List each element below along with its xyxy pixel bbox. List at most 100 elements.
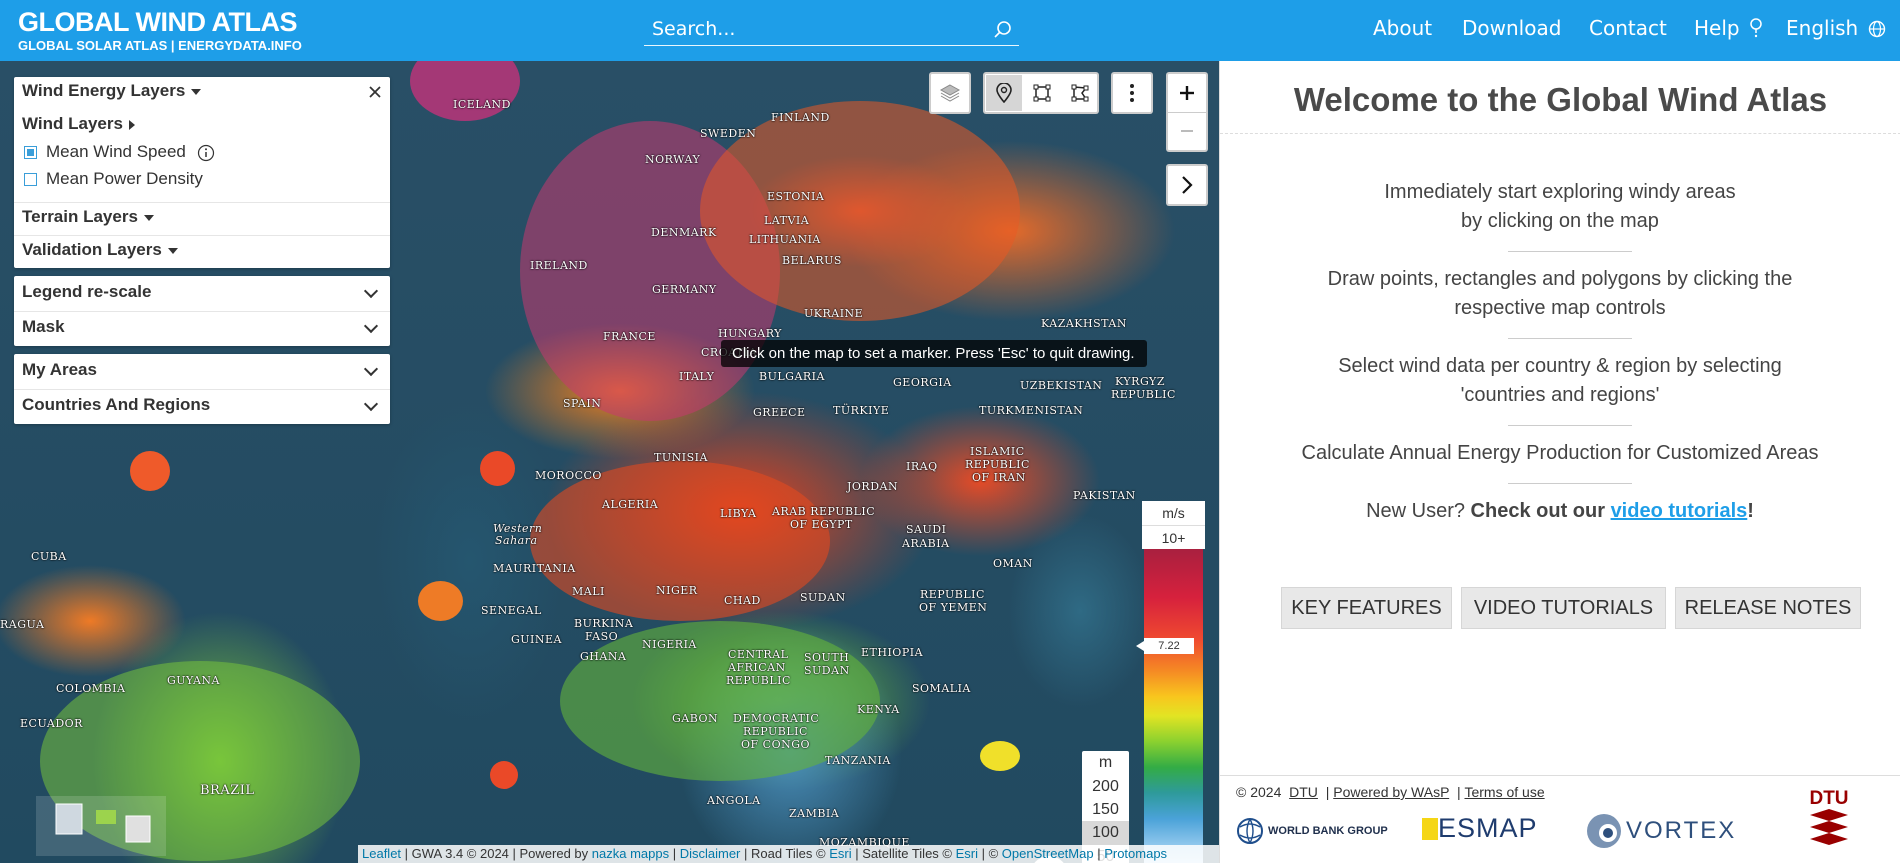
country-label: FRANCE <box>603 330 656 343</box>
chevron-down-icon[interactable] <box>363 283 379 299</box>
info-line: by clicking on the map <box>1461 210 1659 232</box>
country-label: ARAB REPUBLIC <box>772 505 876 518</box>
countries-regions-header[interactable]: Countries And Regions <box>22 395 210 415</box>
legend-max: 10+ <box>1142 525 1205 549</box>
dtu-logo[interactable]: DTU <box>1807 789 1851 850</box>
country-label: UKRAINE <box>804 307 864 320</box>
vortex-text: VORTEX <box>1626 817 1737 844</box>
world-bank-logo[interactable]: WORLD BANK GROUP <box>1236 817 1388 845</box>
toggle-sidebar-button[interactable] <box>1169 167 1205 203</box>
country-label: SOUTH <box>804 651 850 664</box>
esmap-logo[interactable]: ESMAP <box>1422 813 1538 844</box>
wasp-link[interactable]: Powered by WAsP <box>1333 784 1449 800</box>
info-explore: Immediately start exploring windy areas … <box>1280 178 1840 236</box>
height-option[interactable]: 150 <box>1082 798 1129 822</box>
protomaps-link[interactable]: Protomaps <box>1104 846 1167 861</box>
terrain-layers-header[interactable]: Terrain Layers <box>22 207 154 227</box>
country-label: GABON <box>672 712 719 725</box>
mean-wind-speed-label[interactable]: Mean Wind Speed <box>46 142 186 162</box>
info-icon[interactable] <box>197 144 215 162</box>
info-calculate: Calculate Annual Energy Production for C… <box>1301 442 1819 464</box>
country-label: MAURITANIA <box>493 562 576 575</box>
search-icon[interactable] <box>993 20 1013 40</box>
nazka-link[interactable]: nazka mapps <box>592 846 669 861</box>
country-label: OF YEMEN <box>919 601 988 614</box>
country-label: Sahara <box>495 534 538 547</box>
wind-layers-header[interactable]: Wind Layers <box>22 114 135 134</box>
mean-power-density-checkbox[interactable] <box>24 173 37 186</box>
search-input[interactable] <box>644 14 984 44</box>
language-label: English <box>1786 16 1859 40</box>
mean-power-density-label[interactable]: Mean Power Density <box>46 169 203 189</box>
country-label: IRAQ <box>906 460 938 473</box>
brand[interactable]: GLOBAL WIND ATLAS GLOBAL SOLAR ATLAS | E… <box>18 8 302 53</box>
height-unit: m <box>1098 754 1113 771</box>
divider <box>14 389 390 390</box>
esri-link[interactable]: Esri <box>956 846 978 861</box>
chevron-down-icon[interactable] <box>363 361 379 377</box>
country-label: IRELAND <box>530 259 588 272</box>
attribution-text: | GWA 3.4 © 2024 | Powered by <box>401 846 592 861</box>
layers-button[interactable] <box>932 75 968 111</box>
height-option-selected[interactable]: 100 <box>1082 821 1129 845</box>
brand-subtitle[interactable]: GLOBAL SOLAR ATLAS | ENERGYDATA.INFO <box>18 39 302 53</box>
vortex-logo[interactable]: VORTEX <box>1584 811 1736 851</box>
nav-help[interactable]: Help <box>1694 16 1764 40</box>
zoom-in-button[interactable] <box>1169 75 1205 111</box>
nav-download[interactable]: Download <box>1462 16 1561 40</box>
country-label: DENMARK <box>651 226 717 239</box>
country-label: GEORGIA <box>893 376 952 389</box>
video-tutorials-link[interactable]: video tutorials <box>1611 500 1748 522</box>
country-label: CUBA <box>31 550 67 563</box>
my-areas-header[interactable]: My Areas <box>22 360 97 380</box>
country-label: SWEDEN <box>700 127 757 140</box>
info-line: 'countries and regions' <box>1460 384 1660 406</box>
esmap-mark-icon <box>1422 817 1438 840</box>
height-option[interactable]: 200 <box>1082 775 1129 799</box>
country-label: REPUBLIC <box>743 725 808 738</box>
country-label: REPUBLIC <box>965 458 1030 471</box>
chevron-down-icon[interactable] <box>363 396 379 412</box>
brand-title[interactable]: GLOBAL WIND ATLAS <box>18 8 302 36</box>
legend-unit: m/s <box>1142 501 1205 525</box>
mask-header[interactable]: Mask <box>22 317 65 337</box>
legend-rescale-header[interactable]: Legend re-scale <box>22 282 151 302</box>
vortex-swirl-icon <box>1587 814 1621 848</box>
more-options-button[interactable] <box>1114 75 1150 111</box>
leaflet-link[interactable]: Leaflet <box>362 846 401 861</box>
disclaimer-link[interactable]: Disclaimer <box>680 846 741 861</box>
esmap-text: ESMAP <box>1438 813 1538 843</box>
country-label: LIBYA <box>720 507 757 520</box>
draw-marker-button[interactable] <box>986 75 1022 111</box>
mean-wind-speed-checkbox[interactable] <box>24 146 37 159</box>
country-label: TUNISIA <box>654 451 708 464</box>
country-label: ARABIA <box>902 537 950 550</box>
info-draw: Draw points, rectangles and polygons by … <box>1280 265 1840 323</box>
release-notes-button[interactable]: RELEASE NOTES <box>1675 587 1861 629</box>
wind-map[interactable]: ICELAND SWEDEN FINLAND NORWAY ESTONIA LA… <box>0 61 1219 863</box>
nav-contact[interactable]: Contact <box>1589 16 1667 40</box>
key-features-button[interactable]: KEY FEATURES <box>1281 587 1452 629</box>
draw-polygon-button[interactable] <box>1062 75 1098 111</box>
validation-layers-header[interactable]: Validation Layers <box>22 240 178 260</box>
nav-language[interactable]: English <box>1786 16 1886 40</box>
nav-about[interactable]: About <box>1373 16 1432 40</box>
video-tutorials-button[interactable]: VIDEO TUTORIALS <box>1461 587 1666 629</box>
map-island <box>980 741 1020 771</box>
info-select: Select wind data per country & region by… <box>1280 352 1840 410</box>
zoom-out-button[interactable] <box>1169 113 1205 149</box>
divider <box>1508 251 1632 252</box>
chevron-down-icon[interactable] <box>363 318 379 334</box>
esri-link[interactable]: Esri <box>829 846 851 861</box>
close-icon[interactable] <box>368 85 382 99</box>
attribution-sep: | © <box>978 846 1002 861</box>
map-pin-icon <box>996 83 1012 103</box>
wind-energy-layers-header[interactable]: Wind Energy Layers <box>22 81 202 101</box>
osm-link[interactable]: OpenStreetMap <box>1002 846 1094 861</box>
terms-link[interactable]: Terms of use <box>1464 784 1544 800</box>
dtu-link[interactable]: DTU <box>1289 784 1318 800</box>
draw-rectangle-button[interactable] <box>1024 75 1060 111</box>
divider <box>1220 775 1900 776</box>
country-label: LATVIA <box>764 214 810 227</box>
country-label: SPAIN <box>563 397 602 410</box>
